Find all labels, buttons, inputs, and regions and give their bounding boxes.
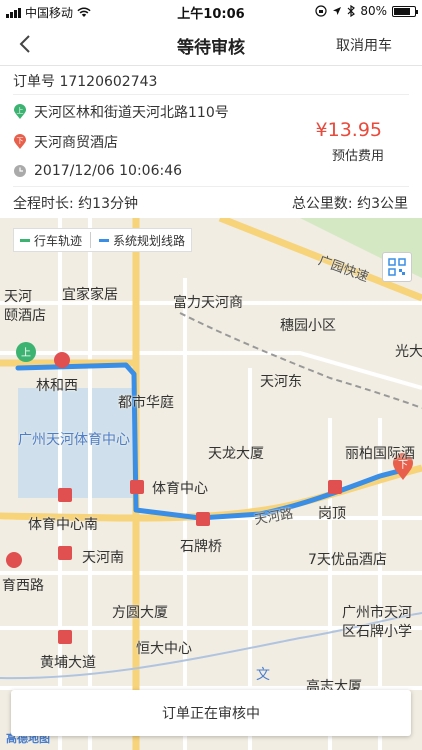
map-label-stadium: 广州天河体育中心: [18, 432, 130, 448]
map-label-suiyuan: 穗园小区: [280, 318, 336, 334]
map-label-tianhenan: 天河南: [82, 550, 124, 566]
svg-text:下: 下: [17, 137, 24, 145]
trip-distance: 总公里数: 约3公里: [291, 196, 408, 212]
estimated-price-label: 预估费用: [331, 149, 384, 164]
status-bar-right: 80%: [315, 4, 418, 18]
map-label-libai: 丽柏国际酒: [345, 446, 415, 462]
route-map[interactable]: 行车轨迹 系统规划线路 上 下 广园快速 天河 颐酒店 宜家家居 富力天河商 穗…: [0, 218, 422, 750]
start-pin-icon: 上: [13, 104, 27, 119]
map-label-fangyuan: 方圆大厦: [112, 605, 168, 621]
map-label-shipaiqiao: 石牌桥: [180, 539, 222, 555]
qr-code-button[interactable]: [382, 252, 412, 282]
estimated-price: ¥13.95: [315, 119, 382, 141]
location-arrow-icon: [333, 7, 342, 15]
order-number: 订单号 17120602743: [13, 71, 157, 91]
destination-row: 下 天河商贸酒店: [13, 132, 118, 152]
bluetooth-icon: [347, 5, 356, 17]
origin-address: 天河区林和街道天河北路110号: [34, 105, 229, 121]
battery-icon: [392, 5, 418, 17]
map-label-yijia: 宜家家居: [62, 287, 118, 303]
start-marker-label: 上: [21, 348, 31, 359]
clock-icon: [13, 164, 27, 178]
map-legend: 行车轨迹 系统规划线路: [13, 228, 193, 252]
destination-address: 天河商贸酒店: [34, 135, 118, 151]
time-row: 2017/12/06 10:06:46: [13, 163, 182, 179]
divider: [13, 186, 409, 187]
map-label-tiyuzhongxin: 体育中心: [152, 481, 208, 497]
lock-rotation-icon: [315, 5, 327, 17]
map-label-guang: 光大: [395, 344, 422, 360]
map-label-tiyuzhongxinnan: 体育中心南: [28, 517, 98, 533]
map-label-linhexi: 林和西: [36, 378, 78, 394]
cancel-ride-button[interactable]: 取消用车: [336, 35, 392, 55]
divider: [13, 94, 409, 95]
order-time: 2017/12/06 10:06:46: [34, 163, 183, 179]
svg-text:上: 上: [17, 106, 24, 115]
legend-separator: [90, 232, 92, 248]
map-label-tianhe: 天河: [4, 289, 32, 305]
map-label-tianhedong: 天河东: [260, 374, 302, 390]
map-label-duhuating: 都市华庭: [118, 395, 174, 411]
legend-plan-label: 系统规划线路: [113, 233, 186, 248]
status-bar: 中国移动 上午10:06 80%: [0, 0, 422, 22]
qr-code-icon: [388, 258, 406, 276]
map-label-hengda: 恒大中心: [136, 641, 192, 657]
nav-bar: 等待审核 取消用车: [0, 22, 422, 66]
trip-duration: 全程时长: 约13分钟: [13, 196, 138, 212]
end-pin-icon: 下: [13, 134, 27, 149]
order-number-value: 17120602743: [59, 74, 158, 90]
order-number-label: 订单号: [13, 74, 55, 90]
map-label-qitian: 7天优品酒店: [308, 552, 387, 568]
map-label-tianlong: 天龙大厦: [208, 446, 264, 462]
battery-percent: 80%: [360, 4, 387, 18]
map-label-tianhe-hotel: 颐酒店: [4, 308, 46, 324]
legend-track-swatch: [20, 238, 30, 242]
map-label-tiyuxilu: 育西路: [2, 578, 44, 594]
map-label-gangding: 岗顶: [318, 506, 346, 522]
battery-fill: [394, 7, 410, 15]
legend-plan-swatch: [99, 238, 110, 242]
legend-plan: 系统规划线路: [99, 232, 185, 249]
map-label-fuli: 富力天河商: [173, 295, 243, 311]
review-status-card: 订单正在审核中: [11, 690, 411, 736]
map-label-wenhua: 文: [256, 667, 270, 683]
map-label-shipai-school: 区石牌小学: [342, 624, 412, 640]
origin-row: 上 天河区林和街道天河北路110号: [13, 102, 229, 122]
order-info-panel: 订单号 17120602743 上 天河区林和街道天河北路110号 下 天河商贸…: [0, 67, 422, 217]
map-label-huangpu: 黄埔大道: [40, 655, 96, 671]
map-label-guangzhou-tianhe: 广州市天河: [342, 605, 412, 621]
legend-track-label: 行车轨迹: [34, 233, 83, 248]
legend-track: 行车轨迹: [20, 232, 82, 249]
review-status-text: 订单正在审核中: [162, 706, 260, 722]
